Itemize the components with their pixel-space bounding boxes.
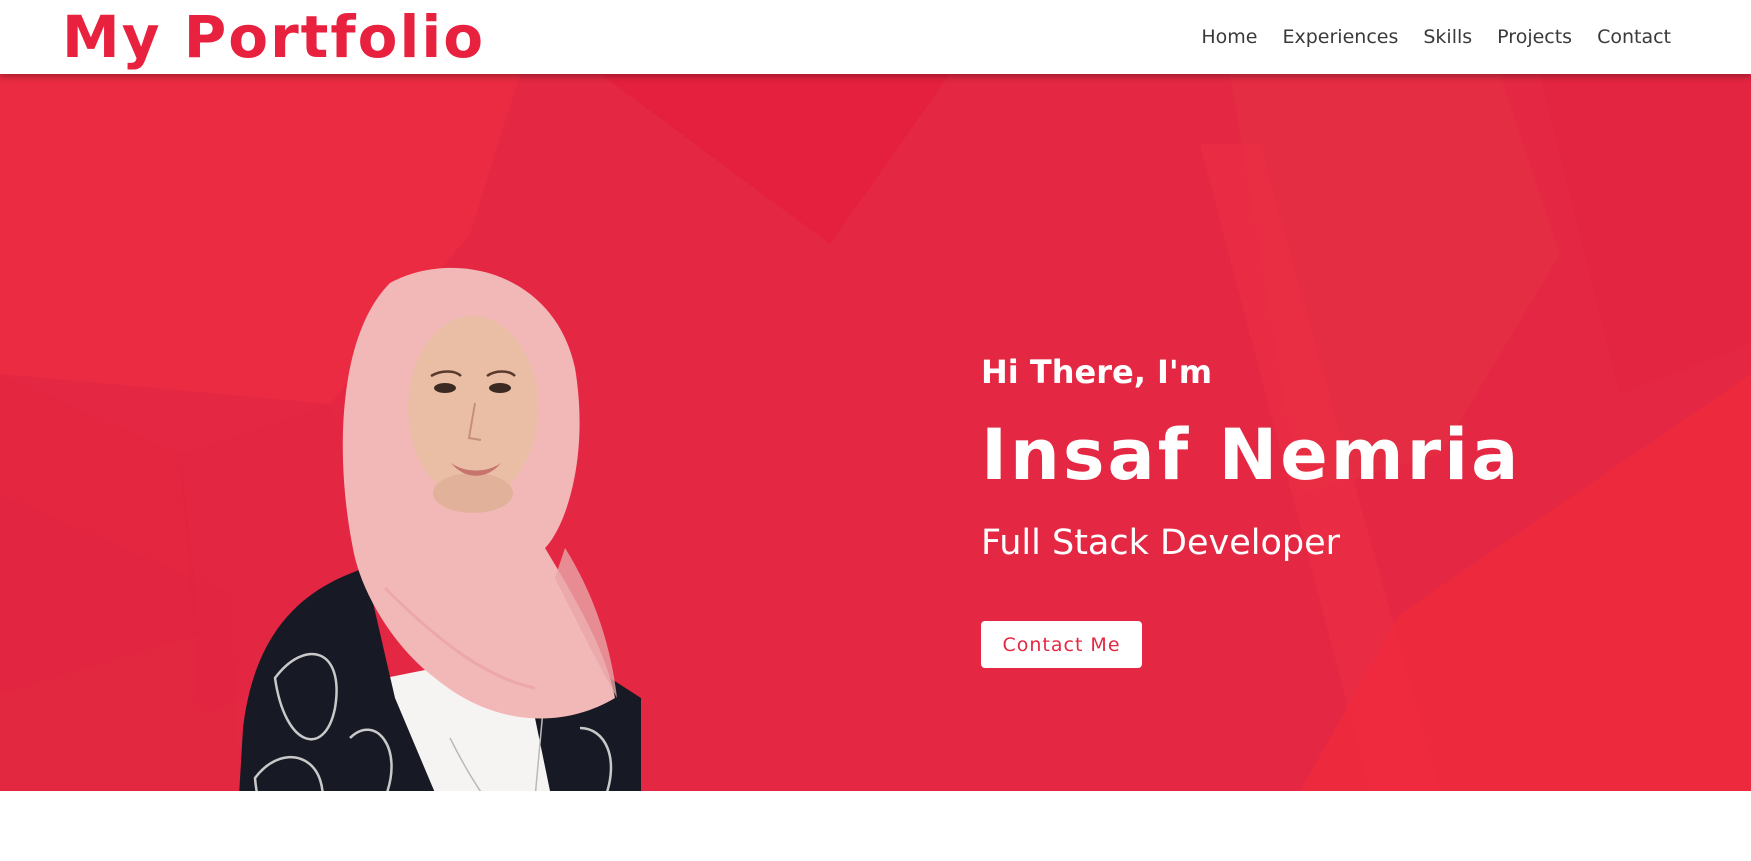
hero-greeting: Hi There, I'm — [981, 353, 1213, 391]
hero-role: Full Stack Developer — [981, 523, 1341, 563]
profile-photo — [239, 267, 641, 791]
nav-skills[interactable]: Skills — [1423, 0, 1472, 74]
contact-me-button[interactable]: Contact Me — [981, 621, 1142, 668]
nav-home[interactable]: Home — [1201, 0, 1257, 74]
hero-name: Insaf Nemria — [981, 414, 1522, 496]
nav-projects[interactable]: Projects — [1497, 0, 1572, 74]
nav-experiences[interactable]: Experiences — [1283, 0, 1399, 74]
nav-contact[interactable]: Contact — [1597, 0, 1671, 74]
brand-logo[interactable]: My Portfolio — [62, 2, 485, 72]
nav-menu: Home Experiences Skills Projects Contact — [1176, 0, 1671, 74]
hero-section: Hi There, I'm Insaf Nemria Full Stack De… — [0, 74, 1751, 791]
navbar: My Portfolio Home Experiences Skills Pro… — [0, 0, 1751, 74]
